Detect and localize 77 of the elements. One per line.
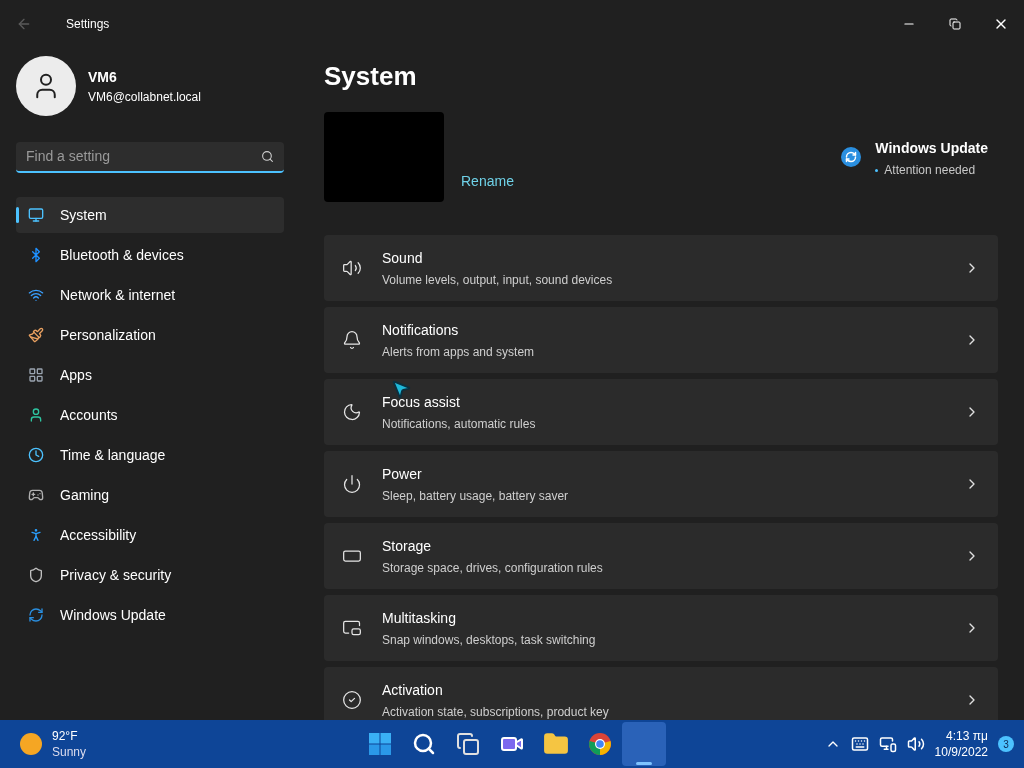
nav-item[interactable]: Bluetooth & devices [16,237,284,273]
person-icon [28,407,44,423]
paintbrush-icon [28,327,44,343]
monitor-icon [28,207,44,223]
update-status: Attention needed [884,162,976,179]
card-title: Activation [382,680,444,700]
card-subtitle: Sleep, battery usage, battery saver [382,487,569,505]
windows-icon [342,618,362,638]
speaker-icon [342,258,362,278]
notification-badge[interactable]: 3 [998,736,1014,752]
refresh-icon [28,607,44,623]
card-title: Notifications [382,320,460,340]
settings-card[interactable]: Sound Volume levels, output, input, sound devices [324,235,998,301]
gamepad-icon [28,487,44,503]
nav-item[interactable]: Time & language [16,437,284,473]
settings-card[interactable]: Multitasking Snap windows, desktops, task switching [324,595,998,661]
card-title: Storage [382,536,433,556]
nav-item[interactable]: Accounts [16,397,284,433]
card-title: Multitasking [382,608,457,628]
wifi-icon [28,287,44,303]
apps-grid-icon [28,367,44,383]
search-icon [261,150,274,163]
card-subtitle: Volume levels, output, input, sound devices [382,271,613,289]
sun-icon [20,733,42,755]
page-title: System [324,60,418,93]
card-subtitle: Activation state, subscriptions, product key [382,703,609,720]
folder-icon [543,731,569,757]
card-subtitle: Snap windows, desktops, task switching [382,631,596,649]
windows-logo-icon [368,732,392,756]
clock-date[interactable]: 10/9/2022 [934,744,988,760]
user-name: VM6 [88,67,118,87]
nav-item[interactable]: Network & internet [16,277,284,313]
update-title[interactable]: Windows Update [875,138,988,159]
nav-item[interactable]: Privacy & security [16,557,284,593]
update-icon [841,147,862,167]
nav-item[interactable]: Gaming [16,477,284,513]
moon-icon [342,402,362,422]
keyboard-icon[interactable] [850,735,869,753]
active-indicator [636,762,652,765]
browser-icon [588,732,612,756]
search-icon [412,732,436,756]
card-title: Power [382,464,423,484]
volume-icon[interactable] [906,735,925,753]
search-box[interactable]: Find a setting [16,142,284,173]
accessibility-icon [28,527,44,543]
nav-item[interactable]: Windows Update [16,597,284,633]
nav-item[interactable]: Accessibility [16,517,284,553]
restore-icon [949,18,961,30]
selection-bar [16,207,19,223]
weather-condition: Sunny [52,744,87,760]
nav-item[interactable]: Apps [16,357,284,393]
rename-link[interactable]: Rename [461,171,514,192]
bell-icon [342,330,362,350]
settings-card[interactable]: Focus assist Notifications, automatic rules [324,379,998,445]
shield-icon [28,567,44,583]
check-circle-icon [342,690,362,710]
settings-card[interactable]: Activation Activation state, subscriptions, product key [324,667,998,720]
clock-icon [28,447,44,463]
card-title: Sound [382,248,424,268]
settings-card[interactable]: Notifications Alerts from apps and system [324,307,998,373]
settings-card[interactable]: Storage Storage space, drives, configuration rules [324,523,998,589]
card-subtitle: Notifications, automatic rules [382,415,536,433]
user-email: VM6@collabnet.local [88,88,201,106]
card-subtitle: Alerts from apps and system [382,343,535,361]
task-view-icon [456,732,480,756]
card-title: Focus assist [382,392,461,412]
card-subtitle: Storage space, drives, configuration rules [382,559,603,577]
nav-item[interactable]: Personalization [16,317,284,353]
weather-temp: 92°F [52,728,79,744]
settings-card[interactable]: Power Sleep, battery usage, battery saver [324,451,998,517]
avatar [16,56,76,116]
clock-time[interactable]: 4:13 πμ [946,728,988,744]
nav-item[interactable]: System [16,197,284,233]
window-title: Settings [66,16,110,33]
search-field[interactable]: Find a setting [26,146,261,167]
power-icon [342,474,362,494]
network-icon[interactable] [878,735,897,753]
